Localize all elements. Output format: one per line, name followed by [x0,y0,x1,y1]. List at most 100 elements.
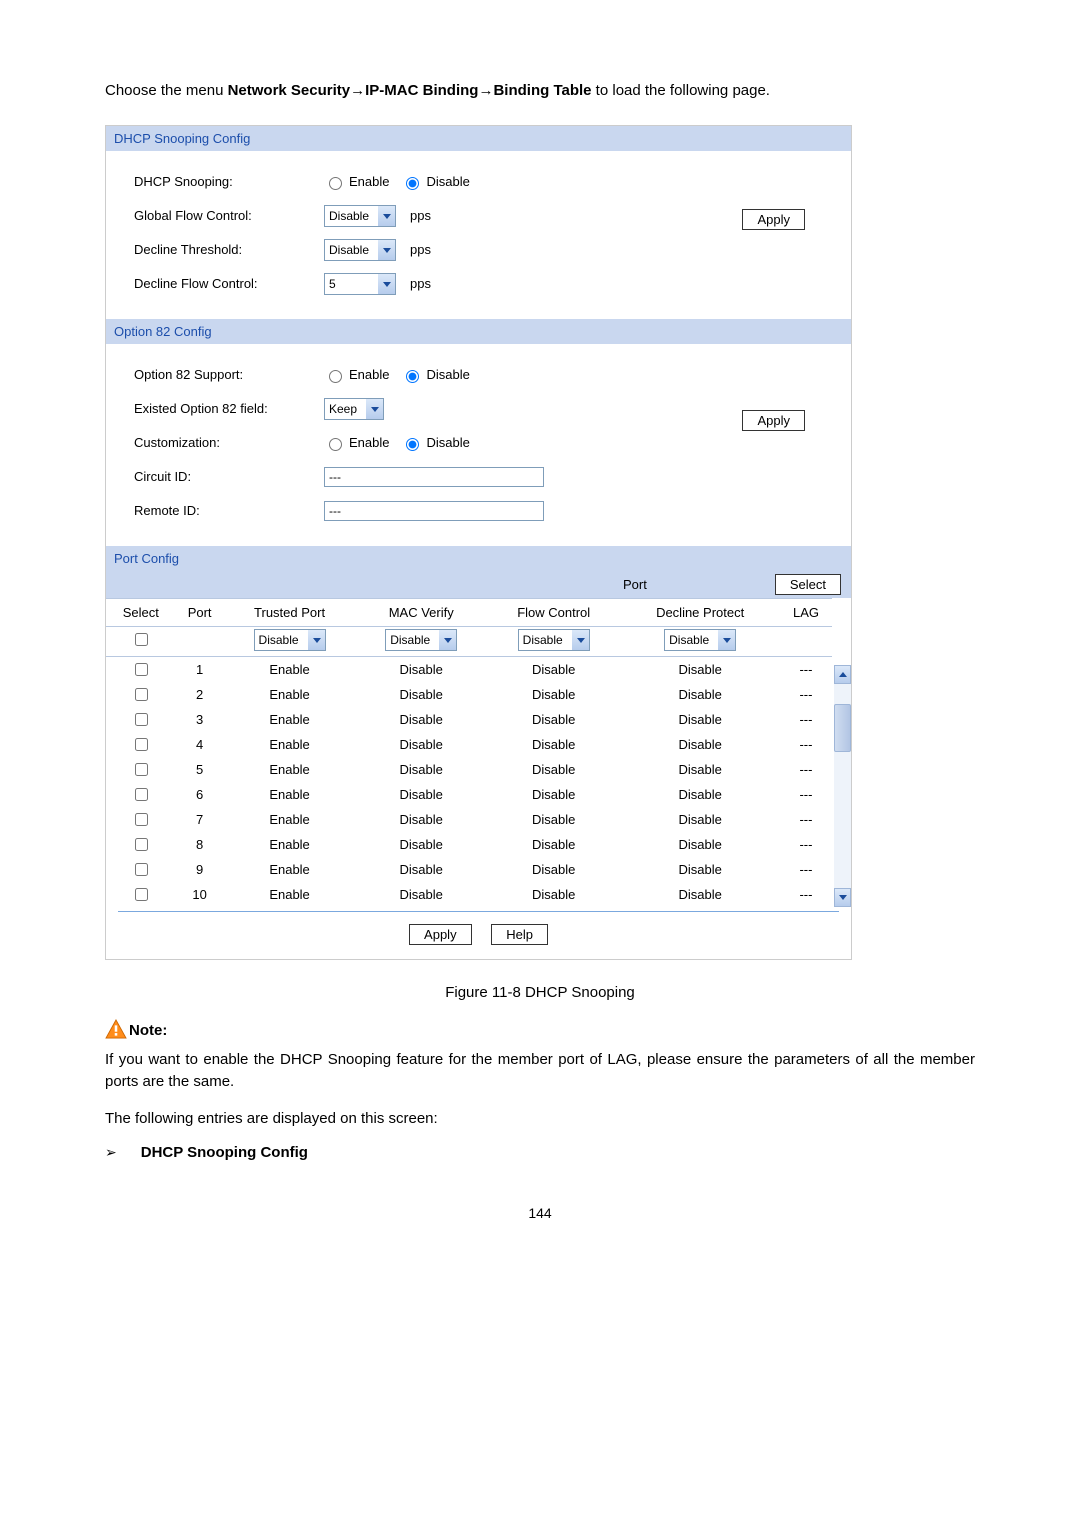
cell-port: 6 [176,782,224,807]
select-decflow[interactable]: 5 [324,273,396,295]
cell-lag: --- [780,707,832,732]
col-flow: Flow Control [487,598,620,626]
cell-trusted: Enable [224,782,356,807]
cell-decline: Disable [620,857,780,882]
radio-snoop-disable[interactable]: Disable [401,174,469,190]
cell-flow: Disable [487,707,620,732]
radio-custom-enable[interactable]: Enable [324,435,389,451]
arrow: → [478,82,493,99]
opt82-apply-button[interactable]: Apply [742,410,805,431]
bullet-text: DHCP Snooping Config [141,1144,308,1161]
bullet-arrow-icon: ➢ [105,1144,117,1161]
select-decthr[interactable]: Disable [324,239,396,261]
portcfg-header: Port Config [106,546,851,571]
cell-flow: Disable [487,857,620,882]
cell-trusted: Enable [224,682,356,707]
cell-mac: Disable [355,782,487,807]
cell-lag: --- [780,857,832,882]
cell-lag: --- [780,882,832,907]
table-row: 6EnableDisableDisableDisable--- [106,782,832,807]
table-row: 10EnableDisableDisableDisable--- [106,882,832,907]
scroll-up-icon[interactable] [834,665,851,684]
input-remote-id[interactable] [324,501,544,521]
cell-flow: Disable [487,882,620,907]
port-scrollbar[interactable] [834,665,851,907]
row-select-checkbox[interactable] [135,863,148,876]
filter-decline[interactable]: Disable [664,629,736,651]
cell-lag: --- [780,656,832,682]
port-select-button[interactable]: Select [775,574,841,595]
radio-custom-disable[interactable]: Disable [401,435,469,451]
cell-decline: Disable [620,807,780,832]
label-decflow: Decline Flow Control: [108,276,324,291]
table-row: 9EnableDisableDisableDisable--- [106,857,832,882]
unit-pps: pps [410,208,431,223]
unit-pps: pps [410,276,431,291]
port-table: Select Port Trusted Port MAC Verify Flow… [106,598,832,907]
col-trusted: Trusted Port [224,598,356,626]
cell-decline: Disable [620,707,780,732]
row-select-checkbox[interactable] [135,788,148,801]
cell-port: 7 [176,807,224,832]
dhcp-apply-button[interactable]: Apply [742,209,805,230]
port-toolbar-label: Port [623,577,647,592]
label-remote: Remote ID: [108,503,324,518]
cell-lag: --- [780,732,832,757]
label-existed: Existed Option 82 field: [108,401,324,416]
col-lag: LAG [780,598,832,626]
row-select-checkbox[interactable] [135,813,148,826]
filter-select-all[interactable] [135,633,148,646]
row-select-checkbox[interactable] [135,688,148,701]
row-select-checkbox[interactable] [135,713,148,726]
table-row: 4EnableDisableDisableDisable--- [106,732,832,757]
cell-mac: Disable [355,757,487,782]
row-select-checkbox[interactable] [135,763,148,776]
select-gfc[interactable]: Disable [324,205,396,227]
cell-port: 2 [176,682,224,707]
radio-opt82-disable[interactable]: Disable [401,367,469,383]
note-row: Note: [105,1019,975,1039]
cell-decline: Disable [620,757,780,782]
cell-trusted: Enable [224,757,356,782]
cell-lag: --- [780,682,832,707]
table-row: 7EnableDisableDisableDisable--- [106,807,832,832]
cell-port: 10 [176,882,224,907]
cell-mac: Disable [355,682,487,707]
cell-trusted: Enable [224,707,356,732]
row-select-checkbox[interactable] [135,888,148,901]
port-help-button[interactable]: Help [491,924,548,945]
input-circuit-id[interactable] [324,467,544,487]
filter-mac[interactable]: Disable [385,629,457,651]
label-dhcp-snooping: DHCP Snooping: [108,174,324,189]
cell-flow: Disable [487,656,620,682]
cell-decline: Disable [620,882,780,907]
cell-mac: Disable [355,656,487,682]
cell-decline: Disable [620,732,780,757]
cell-port: 4 [176,732,224,757]
cell-mac: Disable [355,882,487,907]
radio-snoop-enable[interactable]: Enable [324,174,389,190]
cell-mac: Disable [355,707,487,732]
col-decline: Decline Protect [620,598,780,626]
radio-opt82-enable[interactable]: Enable [324,367,389,383]
row-select-checkbox[interactable] [135,738,148,751]
filter-trusted[interactable]: Disable [254,629,326,651]
scroll-track[interactable] [834,684,851,888]
row-select-checkbox[interactable] [135,838,148,851]
cell-port: 9 [176,857,224,882]
page-number: 144 [105,1205,975,1221]
scroll-down-icon[interactable] [834,888,851,907]
cell-flow: Disable [487,807,620,832]
port-apply-button[interactable]: Apply [409,924,472,945]
scroll-thumb[interactable] [834,704,851,752]
select-existed[interactable]: Keep [324,398,384,420]
cell-trusted: Enable [224,882,356,907]
cell-mac: Disable [355,732,487,757]
cell-flow: Disable [487,782,620,807]
cell-lag: --- [780,807,832,832]
col-port: Port [176,598,224,626]
cell-lag: --- [780,757,832,782]
filter-flow[interactable]: Disable [518,629,590,651]
intro-path3: Binding Table [493,82,591,99]
row-select-checkbox[interactable] [135,663,148,676]
